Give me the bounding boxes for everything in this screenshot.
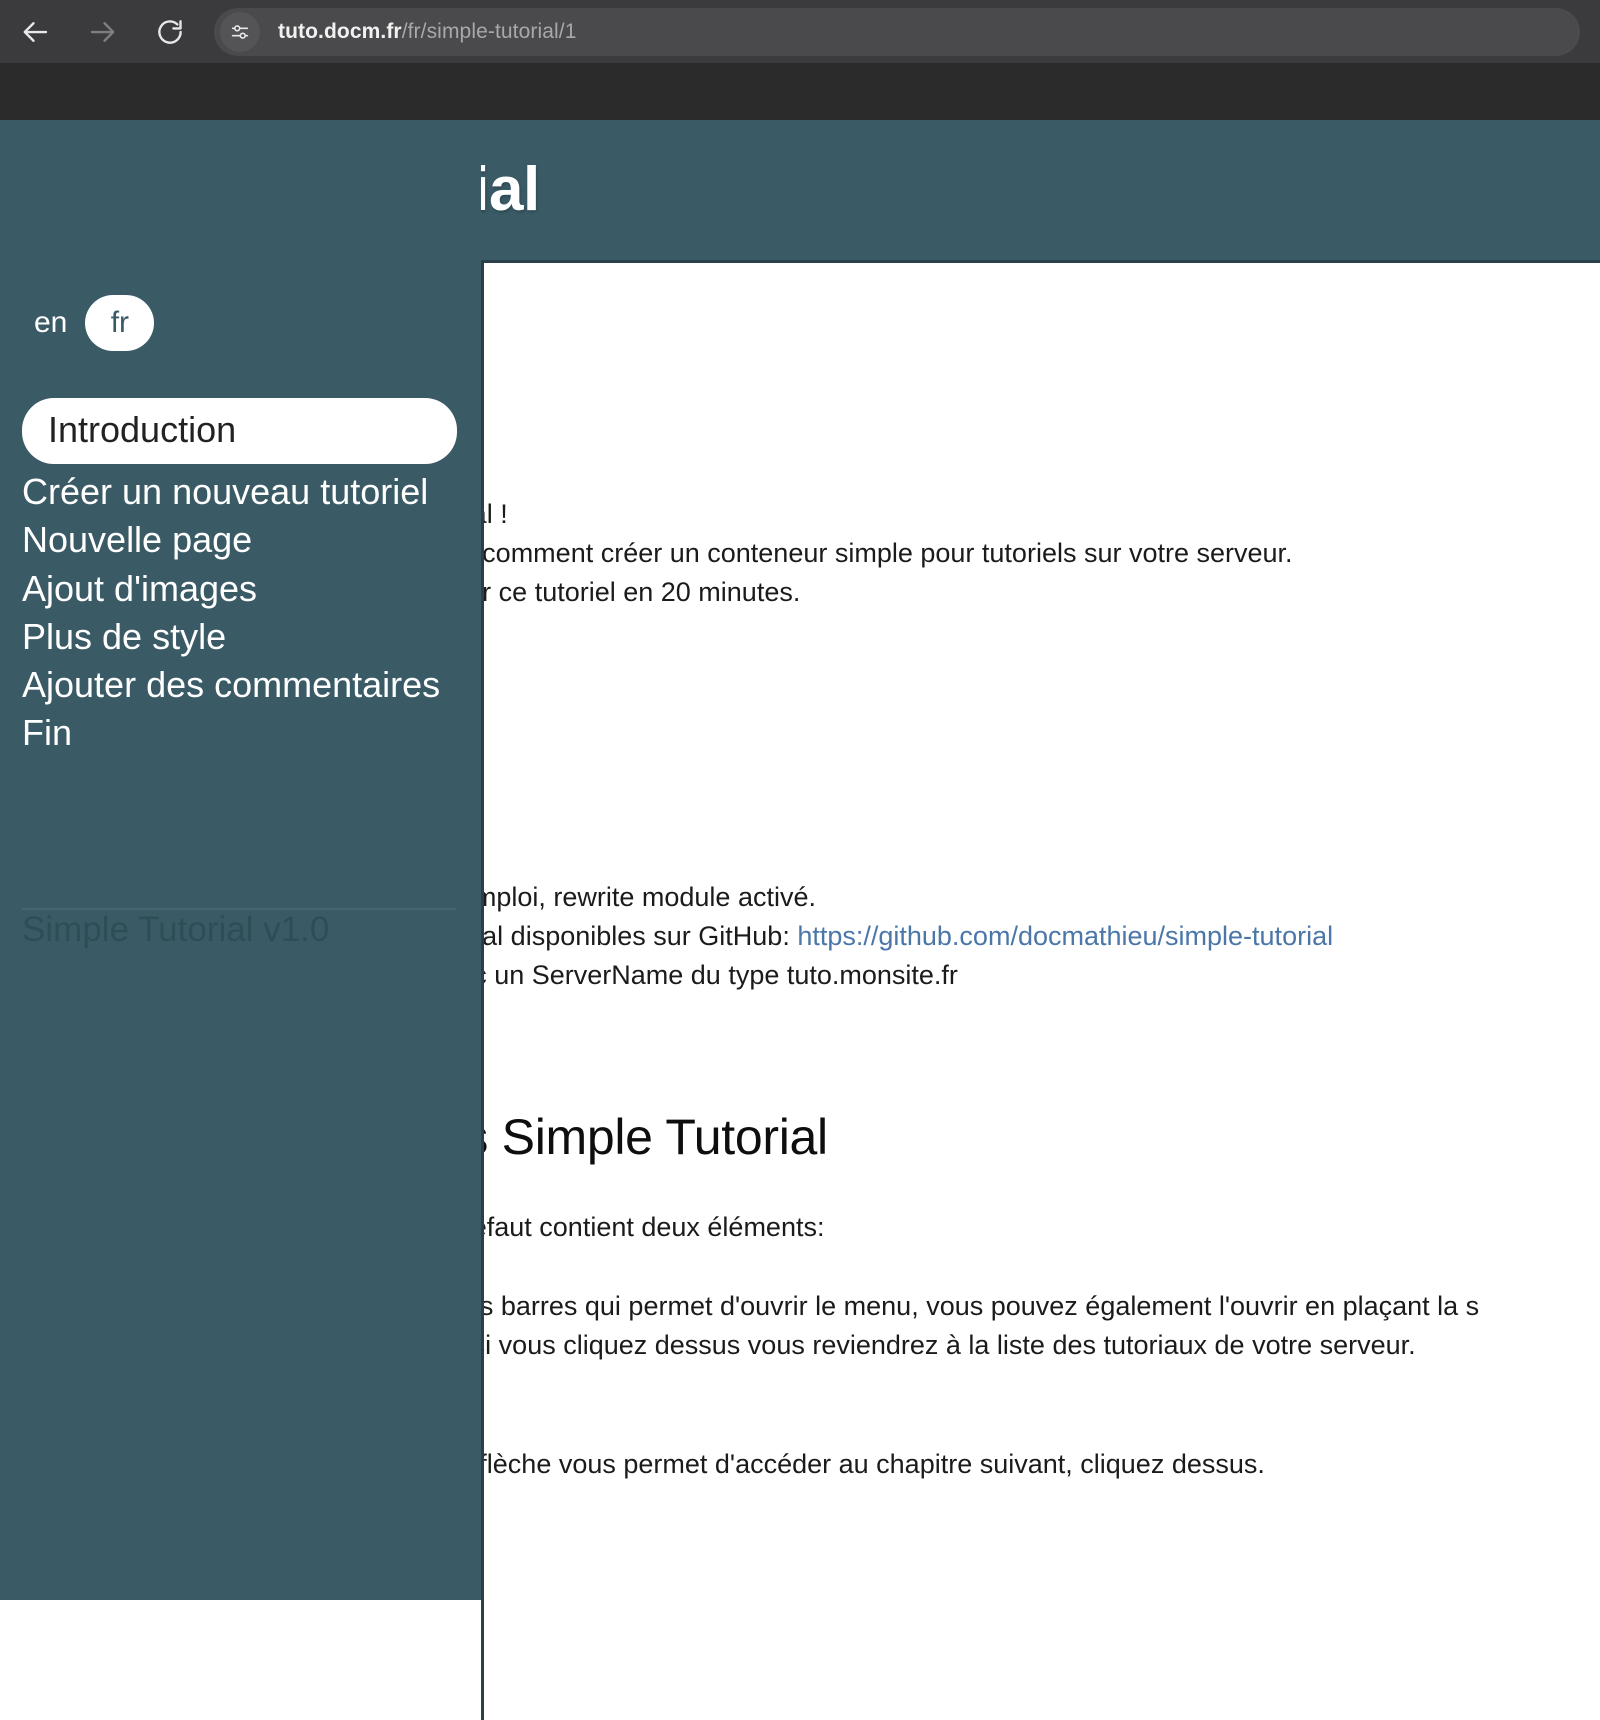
browser-chrome: tuto.docm.fr/fr/simple-tutorial/1	[0, 0, 1600, 120]
sidebar-item-ajouter-des-commentaires[interactable]: Ajouter des commentaires	[0, 661, 481, 709]
sidebar-item-creer-un-nouveau-tutoriel[interactable]: Créer un nouveau tutoriel	[0, 468, 481, 516]
sidebar-item-introduction[interactable]: Introduction	[22, 398, 457, 464]
requirements-block: Un serveur Apache prêt à l'emploi, rewri…	[481, 878, 1600, 995]
url-text: tuto.docm.fr/fr/simple-tutorial/1	[278, 20, 577, 44]
sidebar-item-plus-de-style[interactable]: Plus de style	[0, 613, 481, 661]
url-domain: tuto.docm.fr	[278, 20, 402, 43]
page-body: Bienvenue sur Simple Tutorial ! Ce tutor…	[0, 120, 1600, 1600]
sidebar-item-nouvelle-page[interactable]: Nouvelle page	[0, 516, 481, 564]
sidebar-nav: Introduction Créer un nouveau tutoriel N…	[0, 398, 481, 758]
site-settings-icon	[229, 21, 251, 43]
browser-toolbar: tuto.docm.fr/fr/simple-tutorial/1	[0, 0, 1600, 63]
sidebar: en fr Introduction Créer un nouveau tuto…	[0, 120, 481, 1600]
reload-button[interactable]	[144, 6, 196, 58]
requirement-line: Un serveur Apache prêt à l'emploi, rewri…	[481, 878, 1600, 917]
intro-line: Vous devriez pouvoir terminer ce tutorie…	[481, 573, 1600, 612]
body-line: En bas de chaque page une flèche vous pe…	[481, 1445, 1600, 1484]
url-path: /fr/simple-tutorial/1	[402, 20, 577, 43]
sidebar-item-fin[interactable]: Fin	[0, 709, 481, 757]
section-heading: Navigation dans Simple Tutorial	[481, 1108, 828, 1166]
forward-button[interactable]	[76, 6, 128, 58]
intro-block: Bienvenue sur Simple Tutorial ! Ce tutor…	[481, 495, 1600, 612]
body-line: Au centre le titre du tutoriel, si vous …	[481, 1326, 1600, 1365]
body-block: La barre de navigation par défaut contie…	[481, 1208, 1600, 1485]
language-switcher: en fr	[22, 295, 154, 351]
body-line: Sur la gauche l'icône aux trois barres q…	[481, 1287, 1600, 1326]
sidebar-item-ajout-d-images[interactable]: Ajout d'images	[0, 565, 481, 613]
back-button[interactable]	[10, 6, 62, 58]
intro-line: Ce tutoriel va vous expliquer comment cr…	[481, 534, 1600, 573]
requirement-text: Les sources de Simple Tutorial disponibl…	[481, 921, 797, 951]
requirement-line-with-link: Les sources de Simple Tutorial disponibl…	[481, 917, 1600, 956]
spacer	[481, 1365, 1600, 1405]
content-panel: Bienvenue sur Simple Tutorial ! Ce tutor…	[481, 260, 1600, 1720]
reload-icon	[155, 17, 185, 47]
intro-line: Bienvenue sur Simple Tutorial !	[481, 495, 1600, 534]
lang-option-en[interactable]: en	[22, 300, 79, 346]
sidebar-footer-version: Simple Tutorial v1.0	[22, 910, 329, 950]
spacer	[481, 1247, 1600, 1287]
bookmark-bar	[0, 63, 1600, 120]
lang-option-fr[interactable]: fr	[85, 295, 154, 351]
requirement-line: Les tutoriaux sont gérés avec un ServerN…	[481, 956, 1600, 995]
github-link[interactable]: https://github.com/docmathieu/simple-tut…	[797, 921, 1333, 951]
site-info-button[interactable]	[220, 12, 260, 52]
body-line: La barre de navigation par défaut contie…	[481, 1208, 1600, 1247]
url-bar[interactable]: tuto.docm.fr/fr/simple-tutorial/1	[214, 8, 1580, 56]
spacer	[481, 1405, 1600, 1445]
arrow-right-icon	[87, 17, 117, 47]
arrow-left-icon	[21, 17, 51, 47]
